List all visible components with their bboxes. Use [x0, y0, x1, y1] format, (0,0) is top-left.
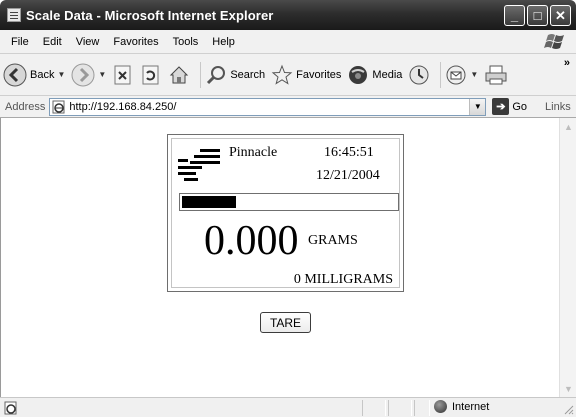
status-cell [362, 400, 386, 416]
forward-dropdown-icon[interactable]: ▼ [98, 70, 106, 79]
favorites-label: Favorites [296, 68, 342, 81]
scale-display-panel: Pinnacle 16:45:51 12/21/2004 0.000 GRAMS… [167, 134, 404, 292]
title-bar: Scale Data - Microsoft Internet Explorer… [0, 0, 576, 30]
search-icon [207, 65, 226, 84]
standard-toolbar: Back ▼ ▼ Search Favorites Media ▼ » [0, 54, 576, 96]
brand-name: Pinnacle [229, 145, 278, 160]
status-cell [414, 400, 430, 416]
refresh-button[interactable] [140, 64, 162, 86]
back-dropdown-icon[interactable]: ▼ [57, 70, 65, 79]
forward-button[interactable]: ▼ [71, 63, 106, 87]
window-title: Scale Data - Microsoft Internet Explorer [26, 7, 274, 23]
address-dropdown-icon[interactable]: ▼ [469, 98, 486, 115]
go-button[interactable]: ➔ Go [492, 98, 527, 115]
favorites-star-icon [271, 64, 293, 85]
tare-button[interactable]: TARE [260, 312, 311, 333]
windows-logo-icon [544, 34, 564, 49]
mail-icon [446, 65, 466, 84]
home-button[interactable] [168, 64, 190, 86]
scroll-down-icon[interactable]: ▼ [561, 381, 576, 396]
close-button[interactable]: ✕ [550, 4, 571, 26]
ie-page-icon [52, 100, 65, 113]
mail-dropdown-icon[interactable]: ▼ [470, 70, 478, 79]
pinnacle-logo-icon [178, 149, 220, 181]
scale-time: 16:45:51 [324, 145, 374, 160]
capacity-bar-fill [182, 196, 236, 208]
back-label: Back [30, 68, 55, 81]
resize-grip-icon[interactable] [562, 403, 574, 415]
media-button[interactable]: Media [347, 64, 402, 86]
scroll-up-icon[interactable]: ▲ [561, 119, 576, 134]
toolbar-separator [440, 61, 442, 88]
scale-date: 12/21/2004 [316, 168, 380, 183]
search-label: Search [230, 68, 266, 81]
menu-view[interactable]: View [69, 36, 107, 48]
home-icon [170, 65, 189, 83]
print-icon [485, 65, 507, 84]
address-bar: Address http://192.168.84.250/ ▼ ➔ Go Li… [0, 96, 576, 118]
scale-display: Pinnacle 16:45:51 12/21/2004 0.000 GRAMS… [171, 138, 400, 288]
forward-arrow-icon [71, 63, 95, 86]
address-input[interactable]: http://192.168.84.250/ ▼ [49, 97, 487, 116]
go-arrow-icon: ➔ [492, 98, 510, 115]
maximize-button[interactable]: □ [527, 4, 548, 26]
ie-page-icon [7, 8, 21, 22]
capacity-bar [179, 193, 399, 211]
menu-bar: File Edit View Favorites Tools Help [0, 30, 576, 54]
print-button[interactable] [484, 64, 508, 86]
toolbar-overflow-chevron[interactable]: » [564, 57, 570, 69]
media-icon [349, 65, 368, 84]
favorites-button[interactable]: Favorites [271, 64, 341, 86]
address-label: Address [5, 100, 46, 113]
stop-icon [114, 65, 131, 84]
history-icon [409, 65, 429, 84]
menu-file[interactable]: File [4, 36, 36, 48]
links-button[interactable]: Links [545, 101, 571, 113]
mail-button[interactable]: ▼ [445, 64, 478, 86]
refresh-icon [142, 65, 159, 84]
history-button[interactable] [408, 64, 430, 86]
go-label: Go [512, 100, 528, 113]
back-button[interactable]: Back ▼ [3, 63, 65, 87]
zone-label: Internet [452, 400, 490, 413]
menu-favorites[interactable]: Favorites [106, 36, 165, 48]
weight-reading: 0.000 [204, 218, 299, 264]
status-cell [388, 400, 412, 416]
minimize-button[interactable]: _ [504, 4, 525, 26]
ie-page-icon [4, 401, 17, 414]
internet-globe-icon [434, 400, 447, 413]
back-arrow-icon [3, 63, 27, 86]
stop-button[interactable] [112, 64, 134, 86]
weight-unit: GRAMS [308, 233, 358, 248]
menu-edit[interactable]: Edit [36, 36, 69, 48]
menu-tools[interactable]: Tools [166, 36, 206, 48]
search-button[interactable]: Search [205, 64, 265, 86]
security-zone: Internet [434, 400, 489, 413]
toolbar-separator [200, 61, 202, 88]
media-label: Media [372, 68, 403, 81]
status-bar: Internet [0, 397, 576, 417]
page-content: Pinnacle 16:45:51 12/21/2004 0.000 GRAMS… [0, 118, 576, 397]
menu-help[interactable]: Help [205, 36, 242, 48]
vertical-scrollbar[interactable]: ▲ ▼ [559, 118, 576, 397]
milligram-reading: 0 MILLIGRAMS [293, 272, 393, 287]
address-url: http://192.168.84.250/ [69, 100, 177, 113]
